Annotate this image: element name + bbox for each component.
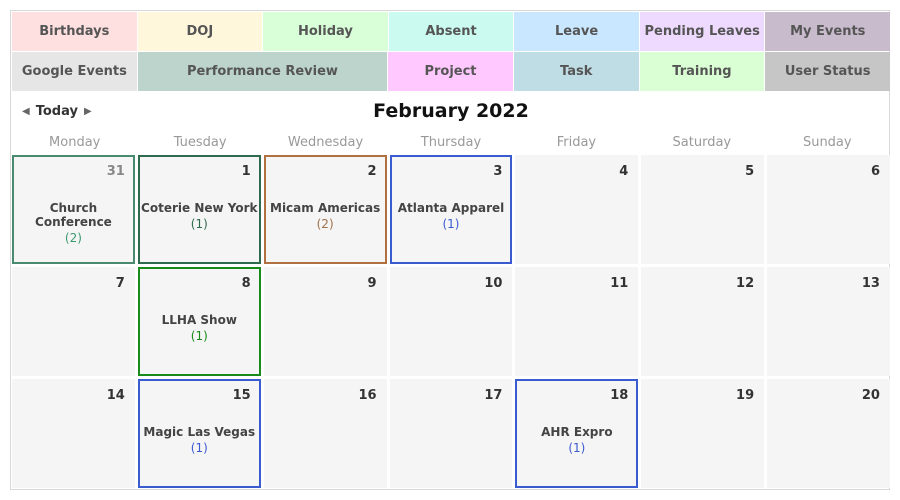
day-cell[interactable]: 8 LLHA Show (1) [137,267,261,376]
day-number: 31 [106,164,125,179]
event-count: (1) [190,329,208,343]
day-cell[interactable]: 12 [641,267,765,376]
filter-row-2: Google Events Performance Review Project Ta… [12,52,891,91]
day-number: 4 [619,164,629,179]
day-number: 10 [484,276,503,291]
event-name: Micam Americas [270,201,381,215]
month-title: February 2022 [373,100,529,122]
day-cell[interactable]: 16 [263,379,387,488]
filter-tab[interactable]: Holiday [263,12,389,51]
day-number: 7 [115,276,125,291]
weekday-label: Thursday [420,135,482,150]
calendar-event[interactable]: Atlanta Apparel (1) [392,201,511,231]
day-cell[interactable]: 10 [389,267,513,376]
weekday-label: Sunday [802,135,852,150]
event-count: (1) [190,217,208,231]
filter-tab[interactable]: Training [639,52,766,91]
filter-tab[interactable]: Birthdays [12,12,138,51]
calendar-event[interactable]: LLHA Show (1) [140,313,259,343]
day-number: 2 [367,164,377,179]
month-grid: 31 Church Conference (2) 1 Coterie New York (… [12,155,890,488]
event-count: (2) [316,217,334,231]
filter-tab[interactable]: User Status [765,52,891,91]
day-number: 9 [367,276,377,291]
weekday-label: Tuesday [173,135,227,150]
event-name: Atlanta Apparel [397,201,505,215]
day-number: 3 [493,164,503,179]
day-cell[interactable]: 11 [515,267,639,376]
event-name: Church Conference [35,201,112,229]
filter-tab[interactable]: DOJ [137,12,264,51]
filter-tab[interactable]: Task [513,52,640,91]
calendar-event[interactable]: Micam Americas (2) [266,201,385,231]
day-cell[interactable]: 2 Micam Americas (2) [263,155,387,264]
event-count: (1) [190,441,208,455]
day-number: 5 [745,164,755,179]
day-cell[interactable]: 4 [515,155,639,264]
calendar-event[interactable]: AHR Expro (1) [517,425,636,455]
day-cell[interactable]: 19 [641,379,765,488]
event-count: (1) [442,217,460,231]
day-cell[interactable]: 18 AHR Expro (1) [515,379,639,488]
day-number: 13 [861,276,880,291]
day-number: 17 [484,388,503,403]
calendar-event[interactable]: Coterie New York (1) [140,201,259,231]
weekday-label: Wednesday [287,135,364,150]
day-number: 14 [106,388,125,403]
day-cell[interactable]: 1 Coterie New York (1) [137,155,261,264]
event-name: LLHA Show [161,313,237,327]
filter-tab[interactable]: Project [388,52,514,91]
day-cell[interactable]: 3 Atlanta Apparel (1) [389,155,513,264]
day-number: 8 [241,276,251,291]
day-cell[interactable]: 20 [767,379,890,488]
day-number: 15 [232,388,251,403]
filter-tab[interactable]: Leave [514,12,640,51]
day-cell[interactable]: 13 [767,267,890,376]
filter-tab[interactable]: My Events [765,12,891,51]
filter-tab[interactable]: Pending Leaves [639,12,766,51]
day-number: 16 [358,388,377,403]
day-cell[interactable]: 5 [641,155,765,264]
calendar-event[interactable]: Church Conference (2) [14,201,133,245]
filter-tab[interactable]: Performance Review [137,52,389,91]
event-type-filters: Birthdays DOJ Holiday Absent Leave Pending Le… [12,12,891,91]
weekday-label: Friday [556,135,597,150]
filter-row-1: Birthdays DOJ Holiday Absent Leave Pending Le… [12,12,891,51]
event-name: Magic Las Vegas [143,425,256,439]
day-number: 12 [736,276,755,291]
weekday-label: Saturday [672,135,732,150]
day-number: 20 [861,388,880,403]
day-cell[interactable]: 15 Magic Las Vegas (1) [137,379,261,488]
day-number: 11 [610,276,629,291]
day-number: 6 [870,164,880,179]
day-cell[interactable]: 6 [767,155,890,264]
event-count: (2) [64,231,82,245]
event-name: AHR Expro [541,425,613,439]
day-cell[interactable]: 17 [389,379,513,488]
day-number: 1 [241,164,251,179]
day-number: 19 [736,388,755,403]
day-cell[interactable]: 31 Church Conference (2) [12,155,135,264]
day-number: 18 [610,388,629,403]
weekday-label: Monday [49,135,101,150]
day-cell[interactable]: 7 [12,267,135,376]
filter-tab[interactable]: Absent [388,12,515,51]
day-cell[interactable]: 14 [12,379,135,488]
filter-tab[interactable]: Google Events [12,52,138,91]
calendar-event[interactable]: Magic Las Vegas (1) [140,425,259,455]
event-name: Coterie New York [141,201,258,215]
event-count: (1) [568,441,586,455]
day-cell[interactable]: 9 [263,267,387,376]
weekday-header: Monday Tuesday Wednesday Thursday Friday Satu… [12,133,890,153]
calendar-toolbar: ◀ Today ▶ February 2022 [12,98,890,130]
